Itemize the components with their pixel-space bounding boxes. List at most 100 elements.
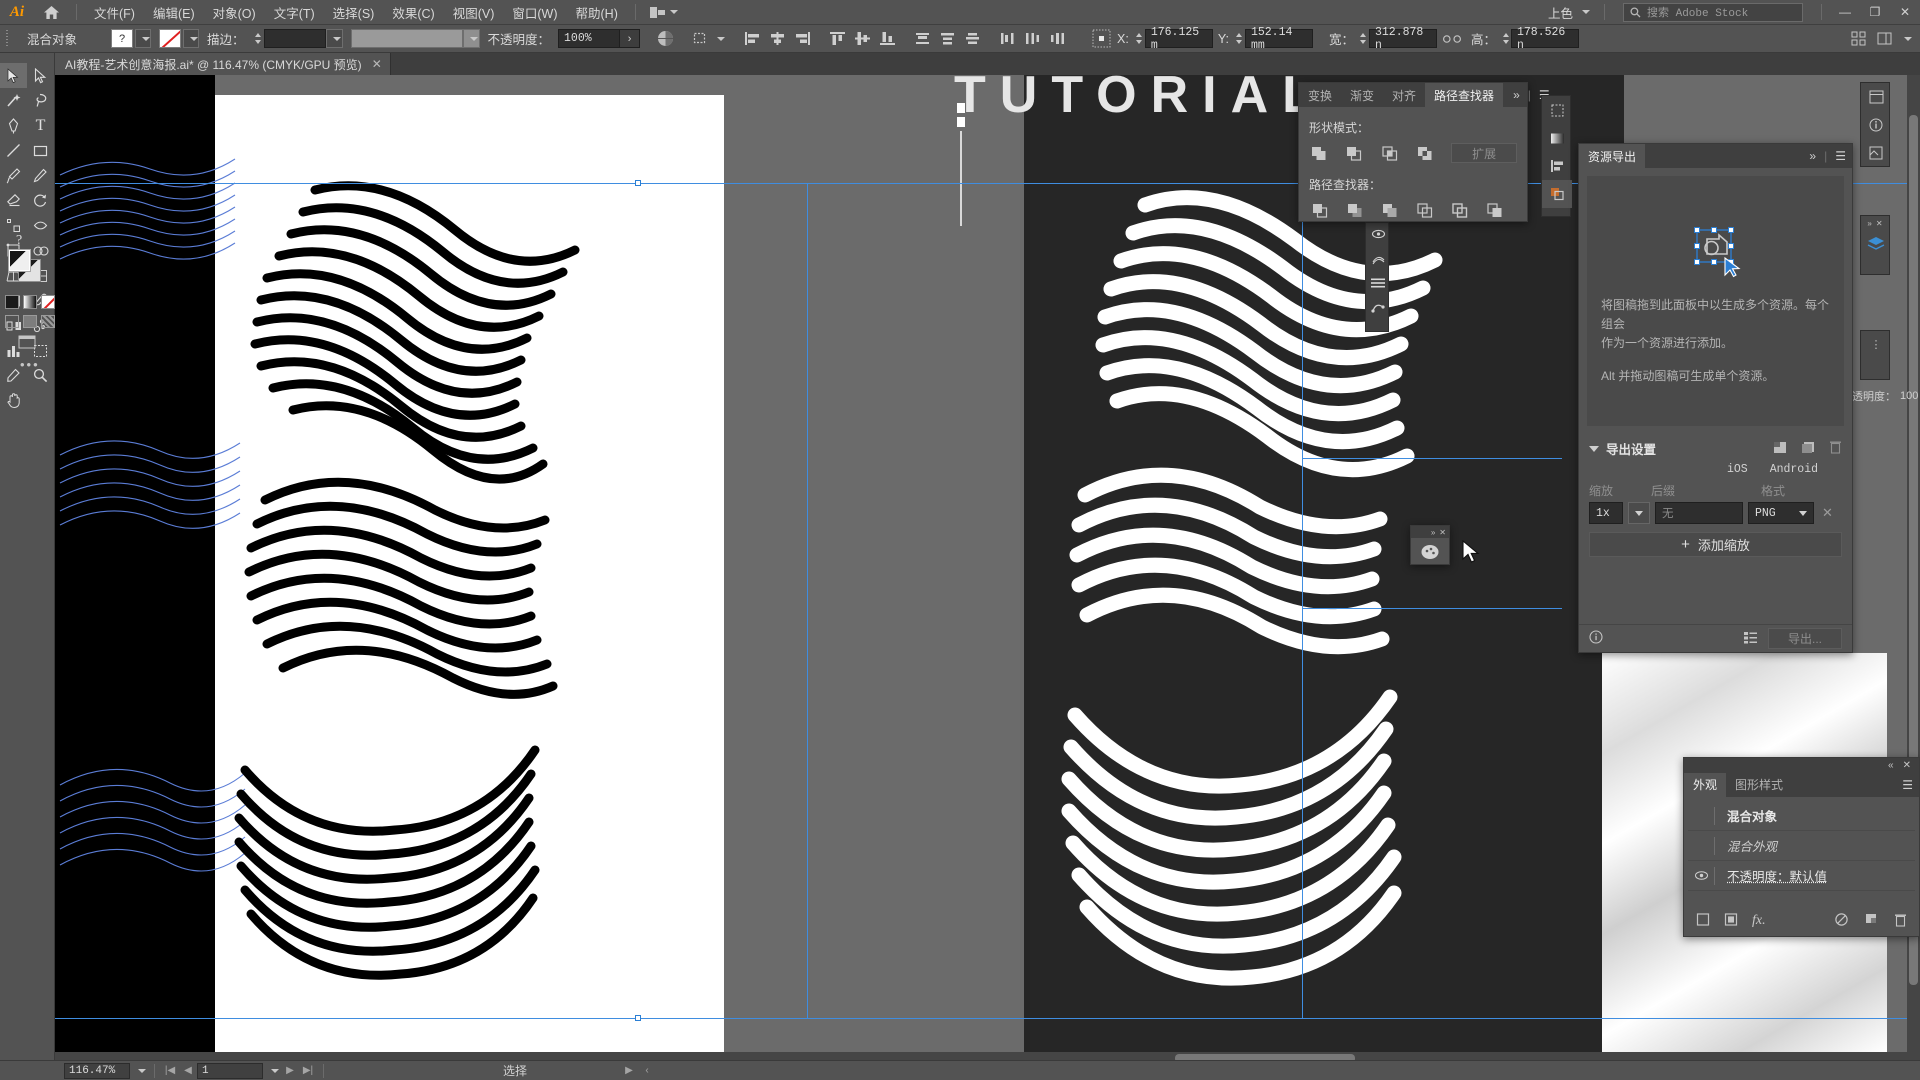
y-field[interactable]: 152.14 mm — [1244, 26, 1313, 52]
add-fx-icon[interactable]: fx. — [1752, 913, 1766, 929]
stroke-weight-stepper[interactable] — [253, 29, 264, 48]
merge-icon[interactable] — [1379, 200, 1401, 220]
menu-effect[interactable]: 效果(C) — [383, 0, 443, 26]
double-chevron-icon[interactable]: » — [1867, 219, 1871, 228]
stroke-weight-field[interactable] — [263, 29, 326, 48]
align-left-icon[interactable] — [741, 28, 763, 50]
tab-align[interactable]: 对齐 — [1383, 83, 1425, 107]
transform-icon[interactable] — [1542, 96, 1572, 124]
align-bottom-icon[interactable] — [876, 28, 898, 50]
suffix-field[interactable]: 无 — [1655, 502, 1743, 524]
rectangle-tool[interactable] — [27, 138, 54, 163]
opacity-flyout-button[interactable]: › — [620, 29, 641, 48]
stock-search-input[interactable]: 搜索 Adobe Stock — [1623, 2, 1803, 22]
distribute-left-icon[interactable] — [996, 28, 1018, 50]
gradient-icon[interactable] — [1542, 124, 1572, 152]
appearance-row-opacity[interactable]: 不透明度：默认值 — [1688, 861, 1915, 891]
lasso-tool[interactable] — [27, 88, 54, 113]
gradient-mesh-icon[interactable] — [1366, 247, 1390, 271]
exclude-icon[interactable] — [1416, 143, 1436, 163]
tab-asset-export[interactable]: 资源导出 — [1579, 144, 1646, 168]
menu-edit[interactable]: 编辑(E) — [144, 0, 204, 26]
asset-export-dropzone[interactable]: 将图稿拖到此面板中以生成多个资源。每个组会 作为一个资源进行添加。 Alt 并拖… — [1587, 176, 1844, 426]
home-icon[interactable] — [34, 0, 68, 25]
visibility-toggle[interactable] — [1688, 871, 1714, 880]
draw-inside-icon[interactable] — [41, 315, 55, 328]
stroke-profile-field[interactable] — [350, 29, 463, 48]
x-stepper[interactable] — [1134, 29, 1145, 48]
transform-icon[interactable] — [690, 28, 712, 50]
delete-icon[interactable] — [1829, 440, 1842, 457]
close-button[interactable]: ✕ — [1890, 0, 1920, 25]
scale-dropdown[interactable] — [1628, 502, 1650, 524]
trim-icon[interactable] — [1344, 200, 1366, 220]
draw-normal-icon[interactable] — [5, 315, 19, 328]
panel-menu-icon[interactable]: ☰ — [1902, 778, 1913, 792]
crop-icon[interactable] — [1414, 200, 1436, 220]
align-middle-v-icon[interactable] — [851, 28, 873, 50]
stroke-swatch[interactable] — [159, 29, 181, 48]
screen-mode-icon[interactable] — [18, 335, 36, 352]
double-chevron-icon[interactable]: » — [1809, 149, 1816, 163]
hand-tool[interactable] — [0, 388, 27, 413]
opacity-grid-icon[interactable] — [654, 28, 676, 50]
selection-anchor-top[interactable] — [635, 180, 641, 186]
chevron-down-icon[interactable] — [717, 36, 726, 41]
minus-front-icon[interactable] — [1345, 143, 1365, 163]
menu-select[interactable]: 选择(S) — [324, 0, 384, 26]
reference-point-grid-icon[interactable] — [1090, 28, 1112, 50]
layers-icon[interactable] — [1861, 230, 1891, 258]
export-preset-icon[interactable] — [1773, 441, 1787, 457]
duplicate-item-icon[interactable] — [1864, 913, 1878, 929]
add-new-fill-icon[interactable] — [1724, 913, 1738, 929]
close-icon[interactable]: ✕ — [1876, 219, 1883, 228]
width-stepper[interactable] — [1358, 29, 1369, 48]
align-right-icon[interactable] — [791, 28, 813, 50]
divide-icon[interactable] — [1309, 200, 1331, 220]
zoom-dropdown[interactable] — [130, 1062, 148, 1080]
distribute-center-v-icon[interactable] — [936, 28, 958, 50]
last-artboard-icon[interactable]: ▶| — [299, 1062, 317, 1080]
minus-back-icon[interactable] — [1484, 200, 1506, 220]
close-icon[interactable]: ✕ — [1439, 528, 1446, 537]
appearance-row-blend-object[interactable]: 混合对象 — [1688, 801, 1915, 831]
stroke-dropdown[interactable] — [183, 29, 199, 48]
pen-tool[interactable] — [0, 113, 27, 138]
play-icon[interactable]: ▶ — [620, 1062, 638, 1080]
platform-ios[interactable]: iOS — [1727, 463, 1748, 476]
height-stepper[interactable] — [1500, 29, 1511, 48]
tab-appearance[interactable]: 外观 — [1684, 772, 1727, 797]
minimize-button[interactable]: — — [1830, 0, 1860, 25]
panel-menu-icon[interactable]: ☰ — [1835, 149, 1846, 163]
delete-item-icon[interactable] — [1894, 913, 1907, 930]
libraries-icon[interactable] — [1861, 139, 1891, 167]
pathfinder-icon[interactable] — [1542, 180, 1572, 208]
first-artboard-icon[interactable]: |◀ — [161, 1062, 179, 1080]
double-chevron-icon[interactable]: » — [1513, 88, 1520, 102]
distribute-top-icon[interactable] — [911, 28, 933, 50]
stroke-weight-dropdown[interactable] — [325, 29, 343, 48]
draw-behind-icon[interactable] — [23, 315, 37, 328]
distribute-right-icon[interactable] — [1046, 28, 1068, 50]
question-mark-icon[interactable]: ? — [14, 231, 28, 250]
edit-toolbar-icon[interactable]: ••• — [20, 357, 40, 372]
paintbrush-tool[interactable] — [0, 163, 27, 188]
blend-icon[interactable] — [1366, 295, 1390, 319]
distribute-center-h-icon[interactable] — [1021, 28, 1043, 50]
restore-button[interactable]: ❐ — [1860, 0, 1890, 25]
intersect-icon[interactable] — [1380, 143, 1400, 163]
menu-lines-icon[interactable] — [1366, 271, 1390, 295]
arrange-documents-button[interactable] — [644, 6, 684, 18]
next-artboard-icon[interactable]: ▶ — [281, 1062, 299, 1080]
control-bar-grip[interactable] — [6, 29, 13, 48]
prev-artboard-icon[interactable]: ◀ — [179, 1062, 197, 1080]
info-icon[interactable] — [1861, 111, 1891, 139]
outline-icon[interactable] — [1449, 200, 1471, 220]
line-segment-tool[interactable] — [0, 138, 27, 163]
unite-icon[interactable] — [1309, 143, 1329, 163]
expand-button[interactable]: 扩展 — [1451, 143, 1518, 163]
double-chevron-icon[interactable]: « — [1888, 760, 1894, 771]
fill-swatch[interactable]: ? — [111, 29, 133, 48]
zoom-level-field[interactable]: 116.47% — [64, 1062, 130, 1079]
export-multiple-icon[interactable] — [1801, 441, 1815, 457]
